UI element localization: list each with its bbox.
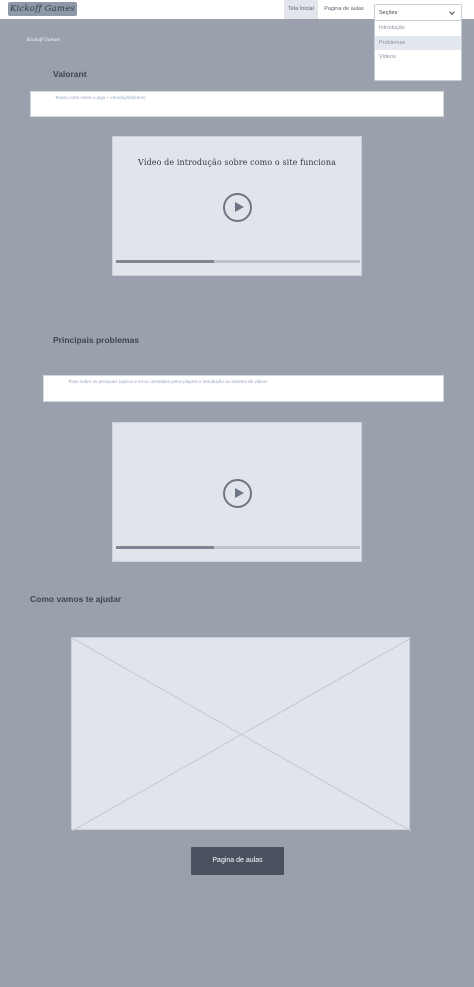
problems-video-player[interactable] xyxy=(112,422,362,562)
chevron-down-icon xyxy=(449,9,455,15)
play-icon[interactable] xyxy=(223,479,252,508)
problems-title: Principais problemas xyxy=(53,335,139,345)
image-placeholder xyxy=(71,637,411,831)
dropdown-option-introducao[interactable]: Introdução xyxy=(375,21,461,36)
intro-text: Texxto curto sobre o jogo + introdução(b… xyxy=(55,95,146,100)
nav-lessons-link[interactable]: Pagina de aulas xyxy=(320,0,368,19)
image-placeholder-icon xyxy=(72,638,411,831)
problems-text: Texto sobre os principais topicos e erro… xyxy=(68,379,268,384)
sections-dropdown[interactable]: Seções Introdução Problemas Videos xyxy=(374,4,462,81)
dropdown-option-problemas[interactable]: Problemas xyxy=(375,35,461,50)
intro-video-player[interactable]: Vídeo de introdução sobre como o site fu… xyxy=(112,136,362,276)
problems-text-box: Texto sobre os principais topicos e erro… xyxy=(43,375,444,402)
intro-video-title: Vídeo de introdução sobre como o site fu… xyxy=(138,158,336,167)
intro-text-box: Texxto curto sobre o jogo + introdução(b… xyxy=(30,91,444,117)
intro-video-progress-bar[interactable] xyxy=(116,260,360,263)
sections-dropdown-toggle[interactable]: Seções xyxy=(375,5,461,21)
intro-title: Valorant xyxy=(53,69,87,79)
problems-video-progress-bar[interactable] xyxy=(116,546,360,549)
play-icon[interactable] xyxy=(223,193,252,222)
lessons-page-button[interactable]: Pagina de aulas xyxy=(191,847,284,875)
sections-dropdown-label: Seções xyxy=(379,10,398,16)
small-logo: Kickoff Games xyxy=(27,38,60,43)
dropdown-option-videos[interactable]: Videos xyxy=(375,50,461,65)
intro-video-progress-fill xyxy=(116,260,214,263)
help-title: Como vamos te ajudar xyxy=(30,594,122,604)
nav-home-link[interactable]: Tela Inicial xyxy=(284,0,318,19)
logo-button[interactable]: Kickoff Games xyxy=(8,2,77,16)
problems-video-progress-fill xyxy=(116,546,214,549)
